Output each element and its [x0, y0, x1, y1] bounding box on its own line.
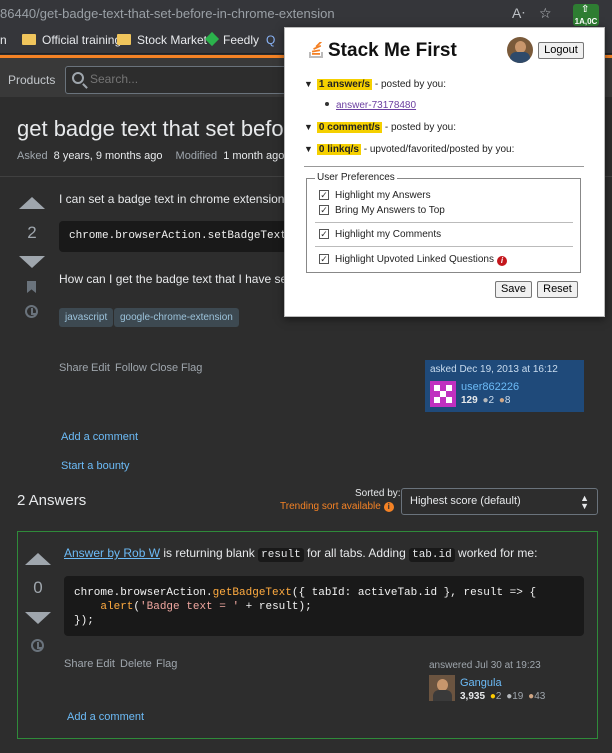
edit-link[interactable]: Edit	[96, 658, 115, 670]
question-meta: Asked 8 years, 9 months ago Modified 1 m…	[17, 150, 284, 162]
asker-reputation: 129 ●2 ●8	[461, 395, 511, 406]
sort-select[interactable]: Highest score (default) ▲ ▼	[401, 488, 598, 515]
upvote-button[interactable]	[19, 197, 45, 209]
bullet	[325, 102, 329, 106]
tag-javascript[interactable]: javascript	[59, 308, 114, 327]
question-code: chrome.browserAction.setBadgeText({t	[59, 221, 289, 252]
pref-label: Highlight my Answers	[335, 190, 431, 201]
favorite-star-icon[interactable]: ☆	[539, 5, 552, 22]
preferences-legend: User Preferences	[315, 172, 397, 183]
bookmark-question-icon[interactable]	[27, 281, 36, 293]
stack-logo-icon	[309, 42, 323, 58]
answer-body-text: Answer by Rob W is returning blank resul…	[64, 546, 538, 562]
answer-vote-count: 0	[33, 578, 43, 597]
upvote-button[interactable]	[25, 553, 51, 565]
modified-label: Modified	[175, 150, 218, 162]
start-bounty-link[interactable]: Start a bounty	[61, 460, 130, 472]
user-preferences: User Preferences ✓ Highlight my Answers …	[306, 172, 581, 273]
question-title[interactable]: get badge text that set befo	[17, 116, 284, 142]
bookmark-stock-market[interactable]: Stock Market	[117, 33, 207, 47]
expand-triangle-icon: ▼	[304, 144, 313, 154]
bookmark-official-training[interactable]: Official training	[22, 33, 121, 47]
products-menu[interactable]: Products	[8, 73, 55, 87]
avatar[interactable]	[430, 381, 456, 407]
save-button[interactable]: Save	[495, 281, 532, 298]
links-summary[interactable]: ▼ 0 linkq/s - upvoted/favorited/posted by…	[304, 144, 514, 155]
history-icon[interactable]	[31, 639, 44, 652]
bookmark-icon[interactable]: Q	[266, 33, 275, 47]
answerer-name[interactable]: Gangula	[460, 677, 502, 689]
bookmark-feedly[interactable]: Feedly	[204, 31, 259, 47]
comments-summary[interactable]: ▼ 0 comment/s - posted by you:	[304, 122, 456, 133]
asker-card: asked Dec 19, 2013 at 16:12 user862226 1…	[425, 360, 584, 412]
answers-heading: 2 Answers	[17, 492, 87, 509]
downvote-button[interactable]	[19, 256, 45, 268]
sorted-by-label: Sorted by:	[355, 488, 401, 499]
answer-code: chrome.browserAction.getBadgeText({ tabI…	[64, 576, 584, 636]
search-input[interactable]	[90, 72, 280, 86]
bookmark-item[interactable]: n	[0, 33, 7, 47]
avatar	[507, 37, 533, 63]
search-box[interactable]	[65, 66, 295, 94]
browser-toolbar: 86440/get-badge-text-that-set-before-in-…	[0, 0, 612, 28]
share-link[interactable]: Share	[59, 362, 88, 374]
modified-value[interactable]: 1 month ago	[223, 150, 284, 162]
edit-link[interactable]: Edit	[91, 362, 110, 374]
tag-google-chrome-extension[interactable]: google-chrome-extension	[114, 308, 239, 327]
logout-button[interactable]: Logout	[538, 42, 584, 59]
asker-name[interactable]: user862226	[461, 381, 519, 393]
search-icon	[72, 72, 84, 84]
pref-highlight-linked-checkbox[interactable]: ✓	[319, 254, 329, 264]
extension-button[interactable]: ⇧ 1A,0C	[573, 4, 599, 26]
close-link[interactable]: Close	[150, 362, 178, 374]
delete-link[interactable]: Delete	[120, 658, 152, 670]
flag-link[interactable]: Flag	[156, 658, 177, 670]
reset-button[interactable]: Reset	[537, 281, 578, 298]
answer-link[interactable]: answer-73178480	[336, 100, 416, 111]
pref-highlight-comments-checkbox[interactable]: ✓	[319, 229, 329, 239]
divider	[304, 166, 584, 167]
divider	[315, 246, 573, 247]
history-icon[interactable]	[25, 305, 38, 318]
address-bar[interactable]: 86440/get-badge-text-that-set-before-in-…	[0, 6, 335, 21]
expand-triangle-icon: ▼	[304, 122, 313, 132]
avatar[interactable]	[429, 675, 455, 701]
pref-label: Highlight Upvoted Linked Questions i	[335, 254, 507, 266]
select-arrows-icon: ▲ ▼	[580, 493, 589, 511]
pref-label: Bring My Answers to Top	[335, 205, 445, 216]
accepted-answer: 0 Answer by Rob W is returning blank res…	[17, 531, 598, 739]
info-icon: i	[383, 502, 394, 512]
downvote-button[interactable]	[25, 612, 51, 624]
answered-date: answered Jul 30 at 19:23	[429, 660, 541, 671]
share-link[interactable]: Share	[64, 658, 93, 670]
asked-value: 8 years, 9 months ago	[53, 150, 163, 162]
flag-link[interactable]: Flag	[181, 362, 202, 374]
divider	[315, 222, 573, 223]
expand-triangle-icon: ▼	[304, 79, 313, 89]
info-icon: i	[496, 256, 507, 266]
read-aloud-icon[interactable]: Aᐧ	[512, 5, 525, 22]
extension-popup: Stack Me First Logout ▼ 1 answer/s - post…	[284, 27, 605, 317]
asked-label: Asked	[17, 150, 48, 162]
question-vote-count: 2	[27, 223, 37, 242]
follow-link[interactable]: Follow	[115, 362, 147, 374]
add-comment-link[interactable]: Add a comment	[61, 431, 138, 443]
answers-summary[interactable]: ▼ 1 answer/s - posted by you:	[304, 79, 446, 90]
question-body-text-2: How can I get the badge text that I have…	[59, 272, 288, 286]
answer-reference-link[interactable]: Answer by Rob W	[64, 546, 160, 560]
pref-answers-top-checkbox[interactable]: ✓	[319, 205, 329, 215]
trending-sort-notice[interactable]: Trending sort available i	[280, 501, 394, 512]
folder-icon	[117, 34, 131, 45]
add-comment-link[interactable]: Add a comment	[67, 711, 144, 723]
feedly-icon	[204, 31, 220, 47]
folder-icon	[22, 34, 36, 45]
pref-label: Highlight my Comments	[335, 229, 442, 240]
question-body-text: I can set a badge text in chrome extensi…	[59, 192, 285, 206]
asked-date: asked Dec 19, 2013 at 16:12	[430, 364, 558, 375]
answerer-reputation: 3,935 ●2 ●19 ●43	[460, 691, 546, 702]
popup-title: Stack Me First	[328, 40, 457, 61]
pref-highlight-answers-checkbox[interactable]: ✓	[319, 190, 329, 200]
